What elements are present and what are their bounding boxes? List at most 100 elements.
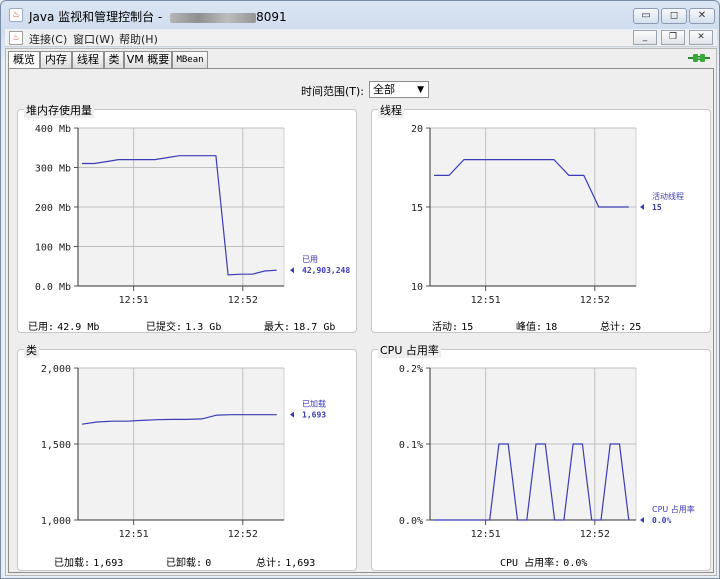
heap-y-tick-label: 400 Mb: [35, 124, 71, 135]
heap-legend-value: 42,903,248: [302, 266, 350, 275]
heap-memory-panel: 堆内存使用量 0.0 Mb 100 Mb 200 Mb 300 Mb 400 Mb 12:…: [17, 102, 357, 333]
cpu-stat-usage: CPU 占用率: 0.0%: [500, 554, 587, 569]
heap-legend-name: 已用: [302, 255, 318, 264]
heap-stat-used-value: 42.9 Mb: [57, 322, 100, 333]
window-title-port: 8091: [256, 10, 287, 24]
cpu-x-tick-label: 12:51: [471, 529, 501, 540]
threads-y-tick-label: 10: [411, 282, 423, 293]
window-title-prefix: Java 监视和管理控制台 -: [29, 10, 167, 24]
menu-connection[interactable]: 连接(C): [29, 31, 67, 47]
heap-y-tick-label: 300 Mb: [35, 164, 71, 175]
connected-plug-icon: [688, 54, 710, 62]
tab-classes[interactable]: 类: [104, 51, 124, 69]
tab-mbean[interactable]: MBean: [172, 51, 208, 69]
classes-stat-total: 总计: 1,693: [256, 554, 315, 569]
classes-stat-total-value: 1,693: [285, 558, 316, 569]
threads-legend-marker: [640, 204, 644, 210]
overview-panel: 时间范围(T): 全部 ▼ 堆内存使用量 0.0 Mb 100 Mb 200 Mb 3…: [8, 68, 714, 573]
classes-stat-unloaded-value: 0: [205, 558, 212, 569]
cpu-x-tick-label: 12:52: [580, 529, 610, 540]
threads-stat-peak: 峰值: 18: [516, 318, 557, 333]
heap-stat-committed-value: 1.3 Gb: [185, 322, 222, 333]
threads-stat-peak-value: 18: [545, 322, 558, 333]
classes-x-tick-label: 12:52: [228, 529, 258, 540]
heap-x-tick-label: 12:52: [228, 295, 258, 306]
maximize-button[interactable]: ◻: [661, 8, 687, 24]
cpu-stat-usage-label: CPU 占用率:: [500, 558, 561, 569]
classes-stat-loaded: 已加载: 1,693: [54, 554, 123, 569]
threads-y-tick-label: 20: [411, 124, 423, 135]
heap-y-tick-label: 200 Mb: [35, 203, 71, 214]
cpu-y-tick-label: 0.2%: [399, 364, 423, 375]
threads-legend-name: 活动线程: [652, 191, 684, 201]
internal-frame: 概览 内存 线程 类 VM 概要 MBean 时间范围(T): 全部 ▼ 堆内存…: [5, 48, 717, 576]
heap-stat-max-value: 18.7 Gb: [293, 322, 336, 333]
classes-legend-value: 1,693: [302, 411, 326, 420]
java-cup-icon[interactable]: ♨: [9, 31, 23, 45]
heap-stat-committed-label: 已提交:: [146, 322, 183, 333]
classes-y-tick-label: 1,500: [41, 440, 71, 451]
classes-legend-name: 已加载: [302, 399, 326, 409]
classes-x-tick-label: 12:51: [119, 529, 149, 540]
threads-chart: 10 15 20 12:51 12:52 活动线程 15: [411, 124, 684, 306]
menu-window[interactable]: 窗口(W): [73, 31, 114, 47]
close-button[interactable]: ✕: [689, 8, 715, 24]
threads-y-tick-label: 15: [411, 203, 423, 214]
threads-stat-live-value: 15: [461, 322, 474, 333]
threads-stat-total-label: 总计:: [600, 322, 627, 333]
window-title: Java 监视和管理控制台 - 8091: [29, 8, 287, 25]
tab-memory[interactable]: 内存: [40, 51, 72, 69]
cpu-y-tick-label: 0.0%: [399, 516, 423, 527]
heap-x-tick-label: 12:51: [119, 295, 149, 306]
threads-stat-total: 总计: 25: [600, 318, 641, 333]
classes-stat-loaded-label: 已加载:: [54, 558, 91, 569]
classes-stat-unloaded: 已卸载: 0: [166, 554, 211, 569]
internal-restore-button[interactable]: ❐: [661, 30, 685, 45]
internal-close-button[interactable]: ✕: [689, 30, 713, 45]
cpu-chart: 0.0% 0.1% 0.2% 12:51 12:52 CPU 占用率 0.0%: [399, 364, 695, 540]
heap-chart: 0.0 Mb 100 Mb 200 Mb 300 Mb 400 Mb 12:51 12:52…: [35, 124, 350, 306]
classes-stat-total-label: 总计:: [256, 558, 283, 569]
java-cup-icon: ♨: [9, 8, 23, 22]
minimize-button[interactable]: ▭: [633, 8, 659, 24]
heap-legend-marker: [290, 267, 294, 274]
cpu-y-tick-label: 0.1%: [399, 440, 423, 451]
classes-chart: 1,000 1,500 2,000 12:51 12:52 已加载 1,693: [41, 364, 326, 540]
heap-stat-used: 已用: 42.9 Mb: [28, 318, 99, 333]
internal-minimize-button[interactable]: _: [633, 30, 657, 45]
menu-bar: ♨ 连接(C) 窗口(W) 帮助(H) _ ❐ ✕: [5, 29, 717, 47]
classes-stat-loaded-value: 1,693: [93, 558, 124, 569]
threads-stat-total-value: 25: [629, 322, 642, 333]
heap-stat-max: 最大: 18.7 Gb: [264, 318, 335, 333]
heap-y-tick-label: 100 Mb: [35, 243, 71, 254]
threads-stat-live: 活动: 15: [432, 318, 473, 333]
classes-y-tick-label: 2,000: [41, 364, 71, 375]
cpu-legend-value: 0.0%: [652, 516, 671, 525]
heap-stat-used-label: 已用:: [28, 322, 55, 333]
menu-help[interactable]: 帮助(H): [119, 31, 158, 47]
classes-panel: 类 1,000 1,500 2,000 12:51 12:52 已加载 1,693 已加载:…: [17, 342, 357, 571]
classes-stat-unloaded-label: 已卸载:: [166, 558, 203, 569]
threads-panel: 线程 10 15 20 12:51 12:52 活动线程 15 活动: 15 峰值: 18 …: [371, 102, 711, 333]
tab-threads[interactable]: 线程: [72, 51, 104, 69]
redacted-host-blur: [170, 12, 257, 23]
heap-stat-max-label: 最大:: [264, 322, 291, 333]
cpu-panel: CPU 占用率 0.0% 0.1% 0.2% 12:51 12:52 CPU 占用率 0.0…: [371, 342, 711, 571]
tab-vm-summary[interactable]: VM 概要: [124, 51, 172, 69]
heap-y-tick-label: 0.0 Mb: [35, 282, 71, 293]
classes-legend-marker: [290, 411, 294, 418]
threads-x-tick-label: 12:51: [471, 295, 501, 306]
cpu-legend-marker: [640, 517, 644, 523]
threads-stat-peak-label: 峰值:: [516, 322, 543, 333]
time-range-value: 全部: [373, 83, 395, 96]
threads-stat-live-label: 活动:: [432, 322, 459, 333]
chevron-down-icon: ▼: [417, 85, 424, 95]
threads-x-tick-label: 12:52: [580, 295, 610, 306]
time-range-label: 时间范围(T):: [301, 85, 365, 98]
time-range-select[interactable]: 全部 ▼: [369, 81, 429, 98]
title-bar[interactable]: ♨ Java 监视和管理控制台 - 8091 ▭ ◻ ✕: [1, 1, 719, 29]
app-window: ♨ Java 监视和管理控制台 - 8091 ▭ ◻ ✕ ♨ 连接(C) 窗口(…: [0, 0, 720, 579]
classes-y-tick-label: 1,000: [41, 516, 71, 527]
cpu-legend-name: CPU 占用率: [652, 504, 695, 514]
cpu-stat-usage-value: 0.0%: [563, 558, 588, 569]
